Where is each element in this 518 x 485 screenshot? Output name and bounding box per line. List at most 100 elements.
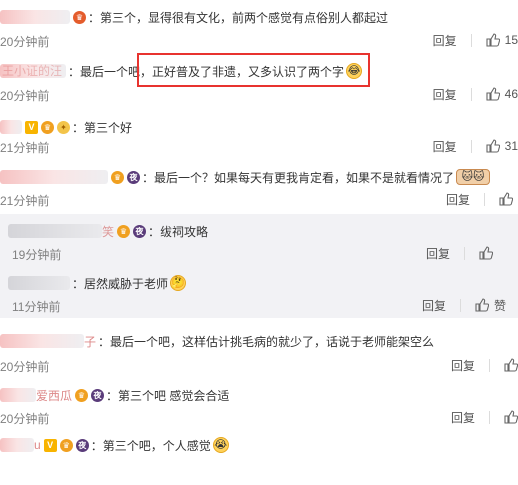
comment-item: ♛ ： 第三个，显得很有文化，前两个感觉有点俗别人都起过 20分钟前 回复 15 (0, 0, 518, 54)
medal-badge-icon: ✦ (57, 120, 70, 134)
username[interactable] (0, 120, 22, 134)
divider (459, 298, 461, 312)
like-button[interactable]: 15 (486, 33, 518, 47)
comment-text: 第三个吧 感觉会合适 (118, 388, 230, 403)
crown-badge-icon: ♛ (73, 10, 86, 24)
comment-item: 子 ： 最后一个吧，这样估计挑毛病的就少了，话说于老师能架空么 20分钟前 回复 (0, 326, 518, 378)
comment-time: 21分钟前 (0, 141, 50, 155)
comment-actions: 回复 (451, 408, 518, 426)
comment-time: 20分钟前 (0, 360, 50, 374)
comment-line: u V ♛ 夜 ： 第三个吧，个人感觉 😭 (0, 436, 229, 454)
username-fragment[interactable]: 笑 (102, 223, 114, 240)
comment-time: 20分钟前 (0, 89, 50, 103)
like-button[interactable]: 赞 (475, 297, 506, 314)
thumbs-up-icon (486, 139, 500, 153)
comment-time: 21分钟前 (0, 194, 50, 208)
comment-line: ： 居然威胁于老师 🤔 (8, 274, 187, 292)
like-count: 15 (504, 33, 518, 47)
thumbs-up-icon (486, 33, 500, 47)
username-fragment[interactable]: 子 (84, 333, 96, 350)
reply-button[interactable]: 回复 (433, 32, 457, 49)
like-button[interactable]: 31 (486, 139, 518, 153)
divider (484, 192, 485, 206)
thumbs-up-icon (504, 410, 518, 424)
crying-emoji-icon: 😭 (212, 437, 229, 453)
username[interactable] (8, 276, 70, 290)
comment-item: ♛ 夜 ： 最后一个？如果每天有更我肯定看，如果不是就看情况了 🐱🐱 21分钟前… (0, 162, 518, 212)
comment-actions: 回复 (426, 244, 493, 262)
username-fragment[interactable]: u (34, 438, 41, 452)
night-badge-icon: 夜 (75, 438, 89, 452)
thumbs-up-icon (504, 358, 518, 372)
comment-line: 爱西瓜 ♛ 夜 ： 第三个吧 感觉会合适 (0, 386, 229, 404)
vip-badge-icon: ♛ (41, 120, 54, 134)
thumbs-up-icon (486, 87, 500, 101)
username-fragment[interactable]: 爱西瓜 (36, 387, 72, 404)
divider (489, 358, 490, 372)
comment-actions: 回复 46 (433, 85, 518, 103)
vip-badge-icon: ♛ (117, 224, 131, 238)
username[interactable] (0, 10, 70, 24)
comment-line: ♛ 夜 ： 最后一个？如果每天有更我肯定看，如果不是就看情况了 🐱🐱 (0, 168, 491, 186)
comment-line: 笑 ♛ 夜 ： 绂祠攻略 (8, 222, 208, 240)
like-button[interactable]: 46 (486, 87, 518, 101)
comment-actions: 回复 赞 (422, 296, 506, 314)
thumbs-up-icon (479, 246, 493, 260)
reply-button[interactable]: 回复 (451, 357, 475, 374)
comment-text: 第三个吧，个人感觉 (102, 438, 211, 453)
comment-item: 爱西瓜 ♛ 夜 ： 第三个吧 感觉会合适 20分钟前 回复 (0, 380, 518, 430)
comment-actions: 回复 (451, 356, 518, 374)
verified-v-badge-icon: V (43, 438, 57, 452)
username[interactable] (0, 334, 84, 348)
divider (489, 410, 490, 424)
username[interactable] (0, 438, 34, 452)
username[interactable] (0, 170, 108, 184)
comment-text: 最后一个吧，这样估计挑毛病的就少了，话说于老师能架空么 (110, 334, 435, 349)
reply-button[interactable]: 回复 (426, 245, 450, 262)
thumbs-up-icon (475, 298, 489, 312)
reply-item: 笑 ♛ 夜 ： 绂祠攻略 19分钟前 回复 (0, 214, 518, 264)
vip-badge-icon: ♛ (59, 438, 73, 452)
comment-actions: 回复 (446, 190, 518, 208)
comment-item: u V ♛ 夜 ： 第三个吧，个人感觉 😭 (0, 432, 518, 485)
like-button[interactable] (504, 410, 518, 424)
thinking-emoji-icon: 🤔 (170, 275, 187, 291)
comment-actions: 回复 15 (433, 31, 518, 49)
divider (470, 139, 472, 153)
username[interactable] (8, 224, 102, 238)
comment-item: V ♛ ✦ ： 第三个好 21分钟前 回复 31 (0, 110, 518, 162)
divider (464, 246, 465, 260)
night-badge-icon: 夜 (91, 388, 105, 402)
vip-badge-icon: ♛ (75, 388, 89, 402)
comment-line: ♛ ： 第三个，显得很有文化，前两个感觉有点俗别人都起过 (0, 8, 388, 26)
comment-line: V ♛ ✦ ： 第三个好 (0, 118, 132, 136)
comment-time: 19分钟前 (12, 248, 62, 262)
verified-v-badge-icon: V (25, 120, 38, 134)
comment-text: 绂祠攻略 (160, 224, 209, 239)
comment-time: 11分钟前 (12, 300, 61, 314)
comment-line: 子 ： 最后一个吧，这样估计挑毛病的就少了，话说于老师能架空么 (0, 332, 434, 350)
reply-button[interactable]: 回复 (451, 409, 475, 426)
reply-button[interactable]: 回复 (433, 138, 457, 155)
username[interactable] (0, 388, 36, 402)
cat-emoji-icon: 🐱🐱 (456, 169, 491, 185)
comment-text: 最后一个？如果每天有更我肯定看，如果不是就看情况了 (154, 170, 455, 185)
reply-button[interactable]: 回复 (433, 86, 457, 103)
divider (470, 87, 472, 101)
comment-text: 居然威胁于老师 (84, 276, 169, 291)
like-button[interactable] (479, 246, 493, 260)
comment-time: 20分钟前 (0, 35, 50, 49)
comment-text: 第三个，显得很有文化，前两个感觉有点俗别人都起过 (100, 10, 389, 25)
username[interactable]: 王小证的汪 (0, 64, 66, 78)
like-label: 赞 (493, 298, 506, 313)
like-count: 46 (504, 87, 518, 101)
night-badge-icon: 夜 (133, 224, 147, 238)
like-button[interactable] (499, 192, 518, 206)
comment-actions: 回复 31 (433, 137, 518, 155)
vip-badge-icon: ♛ (111, 170, 124, 184)
highlight-box (137, 53, 370, 87)
divider (470, 33, 472, 47)
reply-button[interactable]: 回复 (446, 191, 470, 208)
like-button[interactable] (504, 358, 518, 372)
reply-button[interactable]: 回复 (422, 297, 446, 314)
